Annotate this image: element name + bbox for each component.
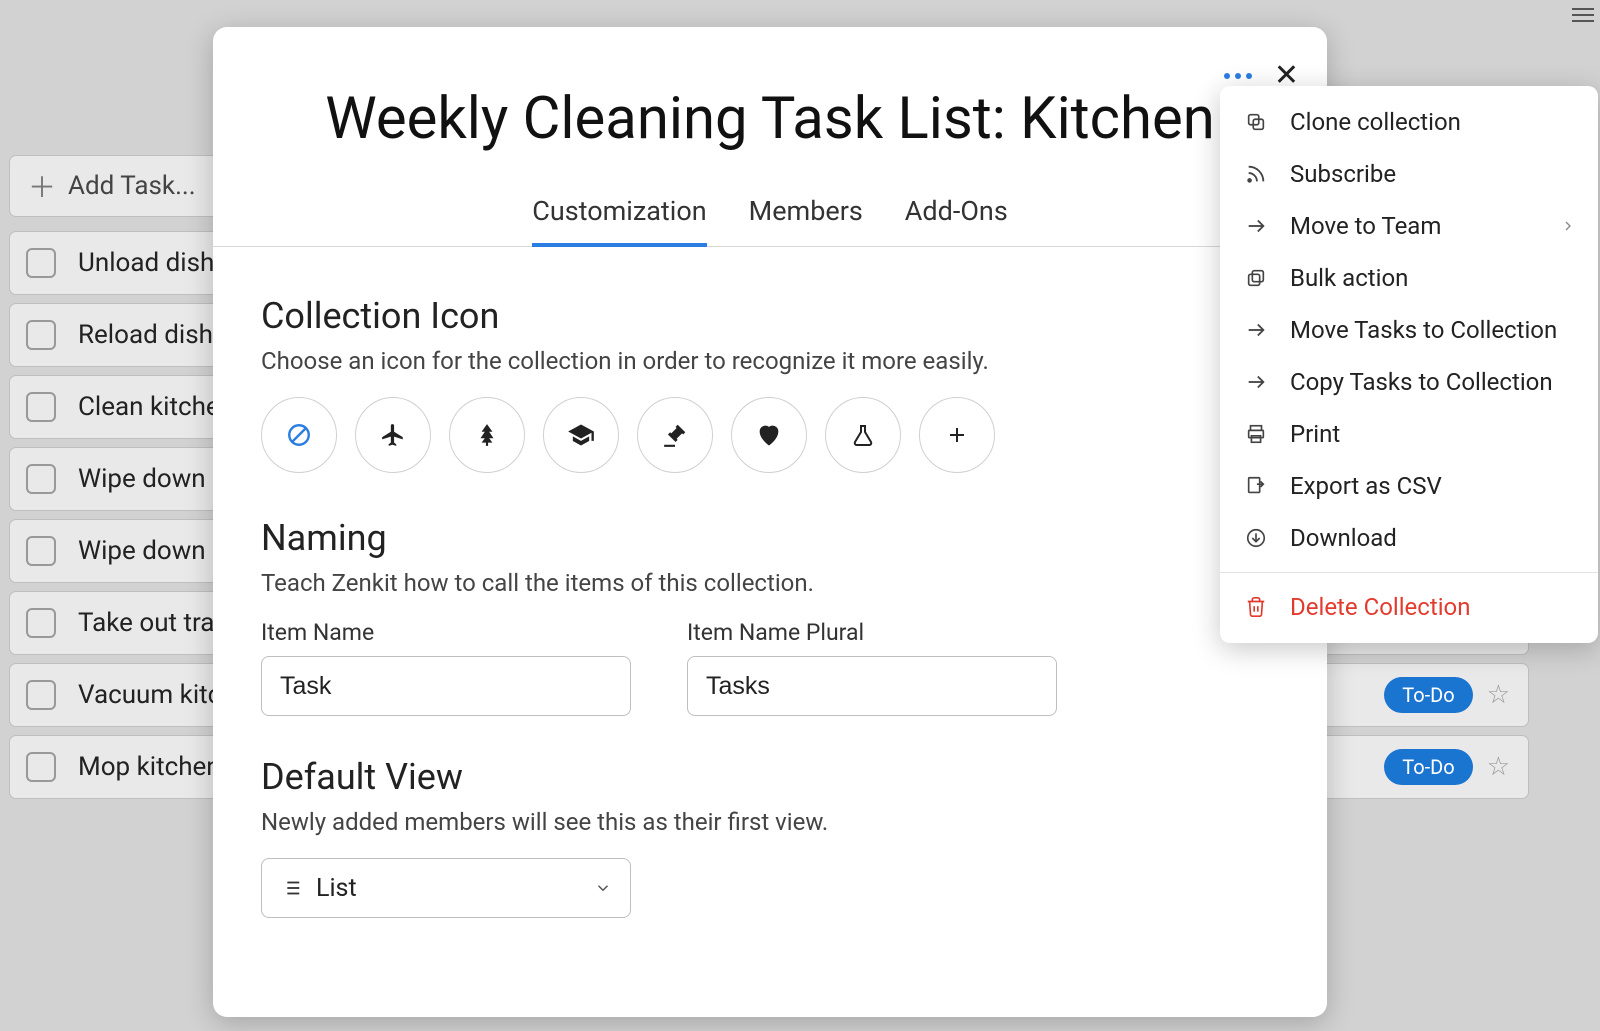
chevron-right-icon [1560, 218, 1576, 234]
menu-label: Subscribe [1290, 160, 1396, 188]
arrow-right-icon [1242, 212, 1270, 240]
stack-icon [1242, 264, 1270, 292]
naming-sub: Teach Zenkit how to call the items of th… [261, 569, 1267, 597]
plus-icon: ＋ [28, 166, 56, 206]
default-view-value: List [316, 874, 357, 903]
default-view-sub: Newly added members will see this as the… [261, 808, 1267, 836]
print-icon [1242, 420, 1270, 448]
menu-delete-collection[interactable]: Delete Collection [1220, 581, 1598, 633]
menu-bulk-action[interactable]: Bulk action [1220, 252, 1598, 304]
task-label: Mop kitchen [78, 752, 221, 782]
menu-download[interactable]: Download [1220, 512, 1598, 564]
menu-label: Bulk action [1290, 264, 1408, 292]
menu-print[interactable]: Print [1220, 408, 1598, 460]
collection-context-menu: Clone collection Subscribe Move to Team … [1220, 86, 1598, 643]
task-checkbox[interactable] [26, 680, 56, 710]
menu-copy-tasks[interactable]: Copy Tasks to Collection [1220, 356, 1598, 408]
menu-divider [1220, 572, 1598, 573]
icon-option-graduation[interactable] [543, 397, 619, 473]
collection-settings-modal: ✕ Weekly Cleaning Task List: Kitchen Cus… [213, 27, 1327, 1017]
arrow-right-icon [1242, 316, 1270, 344]
menu-label: Delete Collection [1290, 593, 1470, 621]
menu-label: Copy Tasks to Collection [1290, 368, 1553, 396]
icon-option-none[interactable] [261, 397, 337, 473]
item-plural-field[interactable] [687, 656, 1057, 716]
collection-icon-sub: Choose an icon for the collection in ord… [261, 347, 1267, 375]
export-icon [1242, 472, 1270, 500]
menu-clone-collection[interactable]: Clone collection [1220, 96, 1598, 148]
rss-icon [1242, 160, 1270, 188]
naming-heading: Naming [261, 517, 1267, 559]
menu-label: Export as CSV [1290, 472, 1442, 500]
menu-label: Download [1290, 524, 1397, 552]
task-label: Clean kitchen [78, 392, 234, 422]
menu-label: Move Tasks to Collection [1290, 316, 1557, 344]
menu-move-tasks[interactable]: Move Tasks to Collection [1220, 304, 1598, 356]
task-checkbox[interactable] [26, 536, 56, 566]
default-view-heading: Default View [261, 756, 1267, 798]
add-task-label: Add Task... [68, 171, 196, 201]
arrow-right-icon [1242, 368, 1270, 396]
clone-icon [1242, 108, 1270, 136]
task-checkbox[interactable] [26, 248, 56, 278]
list-icon [280, 877, 302, 899]
chevron-down-icon [594, 879, 612, 897]
default-view-select[interactable]: List [261, 858, 631, 918]
menu-move-to-team[interactable]: Move to Team [1220, 200, 1598, 252]
todo-badge: To-Do [1384, 677, 1472, 713]
collection-icon-heading: Collection Icon [261, 295, 1267, 337]
todo-badge: To-Do [1384, 749, 1472, 785]
icon-option-heart[interactable] [731, 397, 807, 473]
icon-option-plane[interactable] [355, 397, 431, 473]
icon-option-gavel[interactable] [637, 397, 713, 473]
item-name-field[interactable] [261, 656, 631, 716]
trash-icon [1242, 593, 1270, 621]
task-label: Wipe down [78, 536, 206, 566]
menu-icon[interactable] [1572, 8, 1594, 22]
task-checkbox[interactable] [26, 608, 56, 638]
task-checkbox[interactable] [26, 752, 56, 782]
star-icon[interactable]: ☆ [1487, 680, 1510, 710]
menu-label: Print [1290, 420, 1340, 448]
tab-addons[interactable]: Add-Ons [905, 195, 1008, 247]
modal-title: Weekly Cleaning Task List: Kitchen [213, 85, 1327, 153]
task-checkbox[interactable] [26, 464, 56, 494]
item-plural-label: Item Name Plural [687, 619, 1057, 646]
icon-option-tree[interactable] [449, 397, 525, 473]
menu-export-csv[interactable]: Export as CSV [1220, 460, 1598, 512]
task-checkbox[interactable] [26, 392, 56, 422]
task-label: Wipe down [78, 464, 206, 494]
download-icon [1242, 524, 1270, 552]
menu-subscribe[interactable]: Subscribe [1220, 148, 1598, 200]
icon-option-add[interactable] [919, 397, 995, 473]
item-name-label: Item Name [261, 619, 631, 646]
menu-label: Clone collection [1290, 108, 1461, 136]
icon-option-flask[interactable] [825, 397, 901, 473]
tab-members[interactable]: Members [749, 195, 863, 247]
modal-tabs: Customization Members Add-Ons [213, 195, 1327, 247]
menu-label: Move to Team [1290, 212, 1441, 240]
tab-customization[interactable]: Customization [532, 195, 706, 247]
task-checkbox[interactable] [26, 320, 56, 350]
more-options-icon[interactable] [1224, 73, 1252, 79]
star-icon[interactable]: ☆ [1487, 752, 1510, 782]
